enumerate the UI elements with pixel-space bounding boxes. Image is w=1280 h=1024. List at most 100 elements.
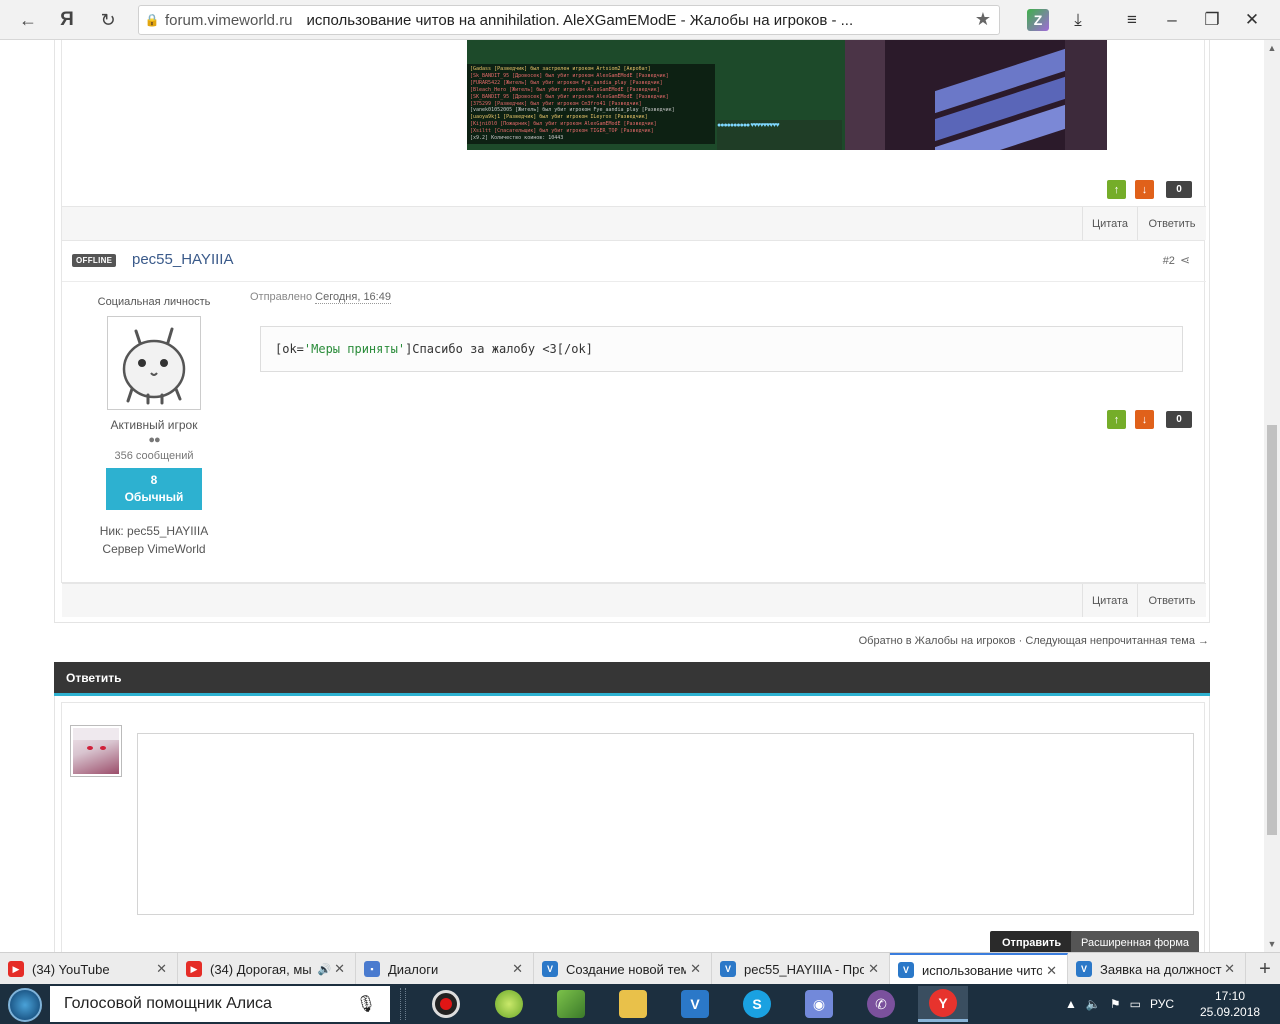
user-rank: Активный игрок [110,418,198,432]
taskbar-discord[interactable]: ◉ [794,986,844,1022]
tab-new-topic[interactable]: V Создание новой тем ✕ [534,953,712,985]
close-tab-icon[interactable]: ✕ [1224,961,1235,977]
quote-button[interactable]: Цитата [1082,207,1137,240]
back-to-forum-link[interactable]: Обратно в Жалобы на игроков [859,635,1016,647]
reputation-badge[interactable]: 8 Обычный [106,468,202,510]
reply-button[interactable]: Ответить [1137,207,1206,240]
game-chat-log: [Gadass [Разведчик] был застрелен игроко… [467,64,715,144]
close-window-icon[interactable]: ✕ [1232,0,1272,40]
taskbar-recorder[interactable] [421,986,471,1022]
page-scrollbar[interactable]: ▲ ▼ [1264,40,1280,952]
network-icon[interactable]: ⚑ [1110,997,1121,1011]
restore-icon[interactable]: ❐ [1192,0,1232,40]
youtube-icon: ▶ [8,961,24,977]
taskbar-vimeworld[interactable]: V [670,986,720,1022]
tab-dialogs[interactable]: ▪ Диалоги ✕ [356,953,534,985]
reply-button[interactable]: Ответить [1137,584,1206,617]
extension-z-icon: Z [1027,9,1049,31]
address-bar[interactable]: 🔒 forum.vimeworld.ru использование читов… [138,5,1000,35]
volume-icon[interactable]: 🔈 [1086,997,1101,1011]
notification-icon[interactable]: ▭ [1130,997,1141,1011]
bookmark-star-icon[interactable]: ★ [975,9,991,30]
post-1: [Gadass [Разведчик] был застрелен игроко… [61,40,1206,241]
my-avatar[interactable] [70,725,122,777]
close-tab-icon[interactable]: ✕ [334,961,345,977]
taskbar-yandex-browser[interactable]: Y [918,986,968,1022]
scroll-down-icon[interactable]: ▼ [1264,936,1280,952]
vimeworld-icon: V [720,961,736,977]
post-date-value: Сегодня, 16:49 [315,291,391,304]
reload-icon[interactable]: ↻ [88,0,128,40]
post-2-actions: Цитата Ответить [62,583,1206,617]
minimize-icon[interactable]: – [1152,0,1192,40]
clock-time: 17:10 [1214,989,1246,1003]
extension-button[interactable]: Z [1018,0,1058,40]
avatar[interactable] [107,316,201,410]
share-icon[interactable]: ⋖ [1180,253,1190,267]
user-title: Социальная личность [97,296,211,308]
close-tab-icon[interactable]: ✕ [512,961,523,977]
extended-form-button[interactable]: Расширенная форма [1071,931,1200,952]
youtube-icon: ▶ [186,961,202,977]
user-info: Социальная личность Активный игрок ●● 35… [87,296,221,556]
quote-button[interactable]: Цитата [1082,584,1137,617]
download-icon[interactable]: ⤓ [1058,0,1098,40]
close-tab-icon[interactable]: ✕ [868,961,879,977]
post-2: OFFLINE pec55_HAYIIIA #2 ⋖ Социальная лич… [61,240,1206,617]
reputation-label: Обычный [124,490,184,504]
vote-up-icon[interactable]: ↑ [1107,410,1126,429]
vote-down-icon[interactable]: ↓ [1135,410,1154,429]
next-unread-link[interactable]: Следующая непрочитанная тема → [1025,635,1209,647]
alice-search-box[interactable]: Голосовой помощник Алиса 🎙 [50,986,390,1022]
microphone-icon[interactable]: 🎙 [356,994,376,1014]
close-tab-icon[interactable]: ✕ [156,961,167,977]
tab-bar: ▶ (34) YouTube ✕ ▶ (34) Дорогая, мы 🔊 ✕ … [0,952,1280,985]
reputation-value: 8 [150,473,158,487]
close-tab-icon[interactable]: ✕ [690,961,701,977]
reply-editor[interactable] [137,733,1194,915]
taskbar-skype[interactable]: S [732,986,782,1022]
post-2-votes: ↑ ↓ 0 [1107,410,1192,429]
taskbar-grip [400,988,406,1020]
yandex-logo-icon[interactable]: Я [47,0,87,40]
viber-icon: ✆ [867,990,895,1018]
speaker-icon[interactable]: 🔊 [318,963,332,976]
post-author-link[interactable]: pec55_HAYIIIA [132,251,233,268]
tab-youtube[interactable]: ▶ (34) YouTube ✕ [0,953,178,985]
scroll-thumb[interactable] [1267,425,1277,835]
anime-avatar-icon [73,728,119,774]
back-arrow-icon[interactable]: ← [8,0,48,40]
rabbit-avatar-icon [122,327,186,405]
tab-application[interactable]: V Заявка на должност ✕ [1068,953,1246,985]
minecraft-launcher-icon [557,990,585,1018]
scroll-up-icon[interactable]: ▲ [1264,40,1280,56]
taskbar-lime[interactable] [484,986,534,1022]
message-count: 356 сообщений [114,450,194,462]
post-1-actions: Цитата Ответить [62,206,1206,240]
send-button[interactable]: Отправить [990,931,1074,952]
vote-down-icon[interactable]: ↓ [1135,180,1154,199]
discord-icon: ◉ [805,990,833,1018]
taskbar-viber[interactable]: ✆ [856,986,906,1022]
user-nick: Ник: pec55_HAYIIIA [99,524,209,538]
menu-icon[interactable]: ≡ [1112,0,1152,40]
clock-date: 25.09.2018 [1200,1005,1261,1019]
language-indicator[interactable]: РУС [1150,997,1174,1011]
taskbar-minecraft[interactable] [546,986,596,1022]
close-tab-icon[interactable]: ✕ [1046,963,1057,979]
start-button[interactable] [8,988,42,1022]
divider [62,281,1206,282]
tab-youtube-2[interactable]: ▶ (34) Дорогая, мы 🔊 ✕ [178,953,356,985]
tab-profile[interactable]: V pec55_HAYIIIA - Про ✕ [712,953,890,985]
post-number[interactable]: #2 ⋖ [1163,253,1190,267]
post-1-votes: ↑ ↓ 0 [1107,180,1192,199]
folder-icon [619,990,647,1018]
clock[interactable]: 17:10 25.09.2018 [1200,988,1260,1020]
reply-form-inner: Отправить Расширенная форма [61,702,1205,952]
tray-up-icon[interactable]: ▲ [1065,997,1077,1011]
vote-up-icon[interactable]: ↑ [1107,180,1126,199]
taskbar-explorer[interactable] [608,986,658,1022]
new-tab-icon[interactable]: + [1250,953,1280,985]
tab-current-topic[interactable]: V использование чито ✕ [890,953,1068,985]
game-screenshot[interactable]: [Gadass [Разведчик] был застрелен игроко… [467,40,1107,150]
